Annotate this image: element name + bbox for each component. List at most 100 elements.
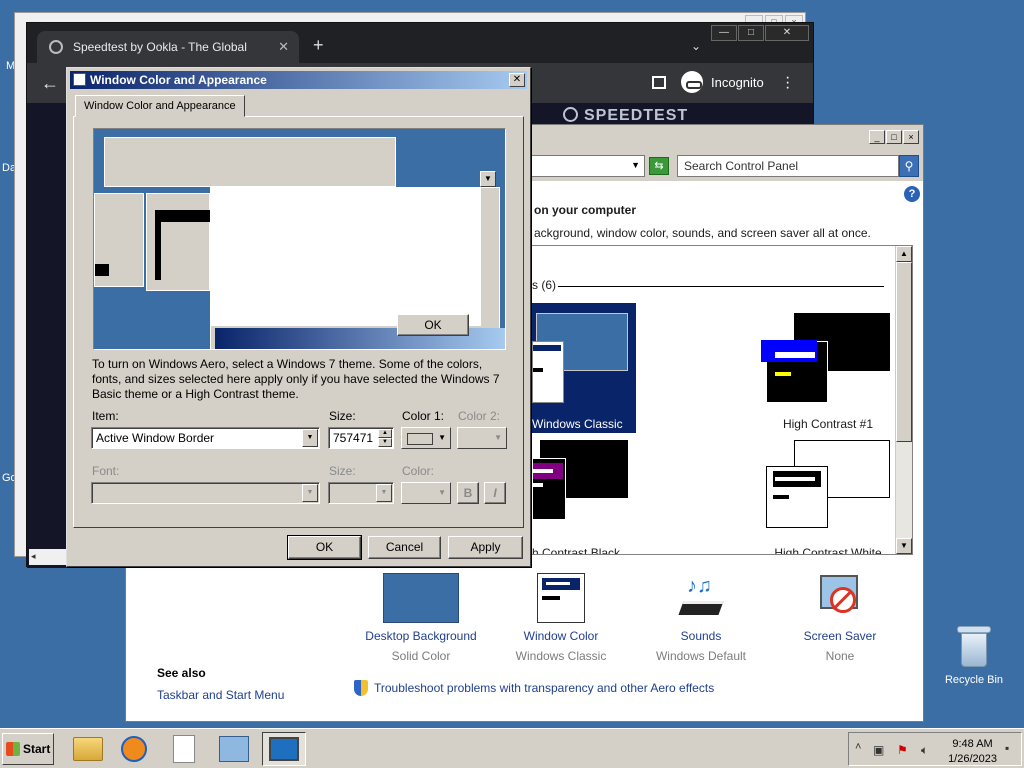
theme-high-contrast-black[interactable]: h Contrast Black bbox=[532, 432, 636, 554]
theme-high-contrast-1[interactable]: High Contrast #1 bbox=[758, 303, 898, 433]
dialog-title: Window Color and Appearance bbox=[90, 73, 267, 87]
ok-button[interactable]: OK bbox=[287, 535, 362, 560]
preview-message-box: OK bbox=[210, 187, 505, 349]
new-tab-icon[interactable]: + bbox=[313, 35, 324, 56]
theme-label: High Contrast #1 bbox=[782, 417, 874, 431]
color2-picker[interactable]: ▼ bbox=[457, 427, 507, 449]
tool-name: Sounds bbox=[680, 629, 722, 643]
horizontal-scrollbar-left[interactable]: ◂ bbox=[29, 549, 69, 565]
cp-close-icon[interactable]: × bbox=[903, 130, 919, 144]
troubleshoot-link[interactable]: Troubleshoot problems with transparency … bbox=[354, 680, 714, 696]
incognito-label: Incognito bbox=[711, 74, 764, 90]
browser-tab[interactable]: Speedtest by Ookla - The Global ✕ bbox=[37, 31, 299, 63]
font-color-picker[interactable]: ▼ bbox=[401, 482, 451, 504]
incognito-indicator[interactable]: Incognito bbox=[681, 71, 764, 93]
address-field[interactable]: ▼ bbox=[531, 155, 645, 177]
chevron-down-icon[interactable]: ▼ bbox=[302, 429, 318, 447]
chevron-down-icon[interactable]: ▼ bbox=[302, 484, 318, 502]
theme-high-contrast-white[interactable]: High Contrast White bbox=[758, 432, 898, 554]
tool-desktop-background[interactable]: Desktop Background Solid Color bbox=[351, 573, 491, 663]
speedtest-logo-text: SPEEDTEST bbox=[584, 107, 689, 124]
refresh-icon[interactable]: ⇆ bbox=[649, 157, 669, 175]
theme-list-scrollbar[interactable]: ▲ ▼ bbox=[895, 246, 912, 554]
notepad-taskbar-icon[interactable] bbox=[162, 732, 206, 766]
size-spinner[interactable]: 757471 ▲ ▼ bbox=[328, 427, 394, 449]
scroll-up-icon[interactable]: ▲ bbox=[896, 246, 912, 262]
address-dropdown-icon[interactable]: ▼ bbox=[631, 160, 640, 170]
chrome-close-icon[interactable]: ✕ bbox=[765, 25, 809, 41]
cancel-button[interactable]: Cancel bbox=[368, 536, 441, 559]
tool-window-color[interactable]: Window Color Windows Classic bbox=[491, 573, 631, 663]
appearance-preview[interactable]: ▼ OK bbox=[93, 128, 506, 350]
personalization-taskbar-icon[interactable] bbox=[262, 732, 306, 766]
spin-down-icon[interactable]: ▼ bbox=[378, 438, 392, 447]
chevron-down-icon[interactable]: ▼ bbox=[376, 484, 392, 502]
control-panel-taskbar-icon[interactable] bbox=[212, 732, 256, 766]
bold-button[interactable]: B bbox=[457, 482, 479, 504]
theme-preview-window bbox=[532, 341, 564, 403]
help-icon[interactable]: ? bbox=[904, 186, 920, 202]
system-tray: ˄ ▣ ⚑ 🔈︎ 9:48 AM 1/26/2023 ▪ bbox=[848, 732, 1022, 766]
cp-maximize-icon[interactable]: □ bbox=[886, 130, 902, 144]
media-player-taskbar-icon[interactable] bbox=[112, 732, 156, 766]
volume-icon[interactable]: 🔈︎ bbox=[921, 743, 928, 758]
cp-minimize-icon[interactable]: _ bbox=[869, 130, 885, 144]
windows-logo-icon bbox=[6, 742, 20, 756]
tool-value: Solid Color bbox=[391, 649, 451, 663]
tool-sounds[interactable]: ♪♫ Sounds Windows Default bbox=[631, 573, 771, 663]
chevron-down-icon: ▼ bbox=[438, 488, 446, 497]
show-desktop-icon[interactable]: ▪ bbox=[1005, 741, 1009, 755]
italic-button[interactable]: I bbox=[484, 482, 506, 504]
preview-panel-mid bbox=[146, 193, 211, 291]
font-label: Font: bbox=[92, 464, 120, 478]
explorer-taskbar-icon[interactable] bbox=[66, 732, 110, 766]
spin-up-icon[interactable]: ▲ bbox=[378, 429, 392, 438]
window-color-dialog: Window Color and Appearance ✕ Window Col… bbox=[66, 67, 531, 567]
start-label: Start bbox=[23, 742, 51, 756]
chrome-maximize-icon[interactable]: □ bbox=[738, 25, 764, 41]
font-size-select[interactable]: ▼ bbox=[328, 482, 394, 504]
desktop-background-icon bbox=[383, 573, 459, 623]
clock[interactable]: 9:48 AM 1/26/2023 bbox=[948, 737, 997, 767]
chrome-minimize-icon[interactable]: — bbox=[711, 25, 737, 41]
font-color-label: Color: bbox=[402, 464, 435, 478]
scroll-thumb[interactable] bbox=[896, 262, 912, 442]
window-color-icon bbox=[537, 573, 585, 623]
tool-name: Desktop Background bbox=[365, 629, 477, 643]
recycle-bin[interactable]: Recycle Bin bbox=[944, 624, 1004, 686]
screen-saver-icon bbox=[816, 573, 864, 623]
theme-windows-classic[interactable]: Windows Classic bbox=[532, 303, 636, 433]
color2-label: Color 2: bbox=[458, 409, 501, 423]
search-input[interactable]: Search Control Panel bbox=[677, 155, 899, 177]
start-button[interactable]: Start bbox=[2, 733, 54, 765]
dialog-close-icon[interactable]: ✕ bbox=[509, 73, 525, 87]
action-center-flag-icon[interactable]: ⚑ bbox=[897, 743, 908, 757]
taskbar: Start ˄ ▣ ⚑ 🔈︎ 9:48 AM 1/26/2023 ▪ bbox=[0, 728, 1024, 768]
tab-close-icon[interactable]: ✕ bbox=[278, 39, 289, 55]
dialog-titlebar: Window Color and Appearance ✕ bbox=[70, 71, 527, 89]
theme-label: Windows Classic bbox=[532, 417, 623, 431]
network-icon[interactable]: ▣ bbox=[873, 743, 884, 757]
chevron-down-icon: ▼ bbox=[438, 433, 446, 442]
tab-window-color[interactable]: Window Color and Appearance bbox=[75, 95, 245, 117]
back-arrow-icon[interactable]: ← bbox=[41, 73, 59, 94]
page-subheading: ackground, window color, sounds, and scr… bbox=[534, 226, 871, 240]
speedtest-logo[interactable]: SPEEDTEST bbox=[563, 107, 688, 125]
color1-picker[interactable]: ▼ bbox=[401, 427, 451, 449]
recycle-bin-label: Recycle Bin bbox=[944, 674, 1004, 686]
side-panel-icon[interactable] bbox=[652, 76, 666, 89]
color1-swatch bbox=[407, 433, 433, 445]
page-heading: on your computer bbox=[534, 203, 637, 217]
font-select[interactable]: ▼ bbox=[91, 482, 320, 504]
item-select[interactable]: Active Window Border ▼ bbox=[91, 427, 320, 449]
apply-button[interactable]: Apply bbox=[448, 536, 523, 559]
scroll-down-icon[interactable]: ▼ bbox=[896, 538, 912, 554]
clock-date: 1/26/2023 bbox=[948, 753, 997, 765]
search-icon[interactable]: ⚲ bbox=[899, 155, 919, 177]
tool-screen-saver[interactable]: Screen Saver None bbox=[770, 573, 910, 663]
aero-description: To turn on Windows Aero, select a Window… bbox=[92, 357, 500, 401]
tab-search-chevron-icon[interactable]: ⌄ bbox=[691, 39, 701, 53]
more-menu-icon[interactable]: · · · bbox=[785, 70, 790, 96]
taskbar-start-menu-link[interactable]: Taskbar and Start Menu bbox=[157, 688, 284, 702]
show-hidden-icons-chevron-icon[interactable]: ˄ bbox=[855, 741, 861, 753]
